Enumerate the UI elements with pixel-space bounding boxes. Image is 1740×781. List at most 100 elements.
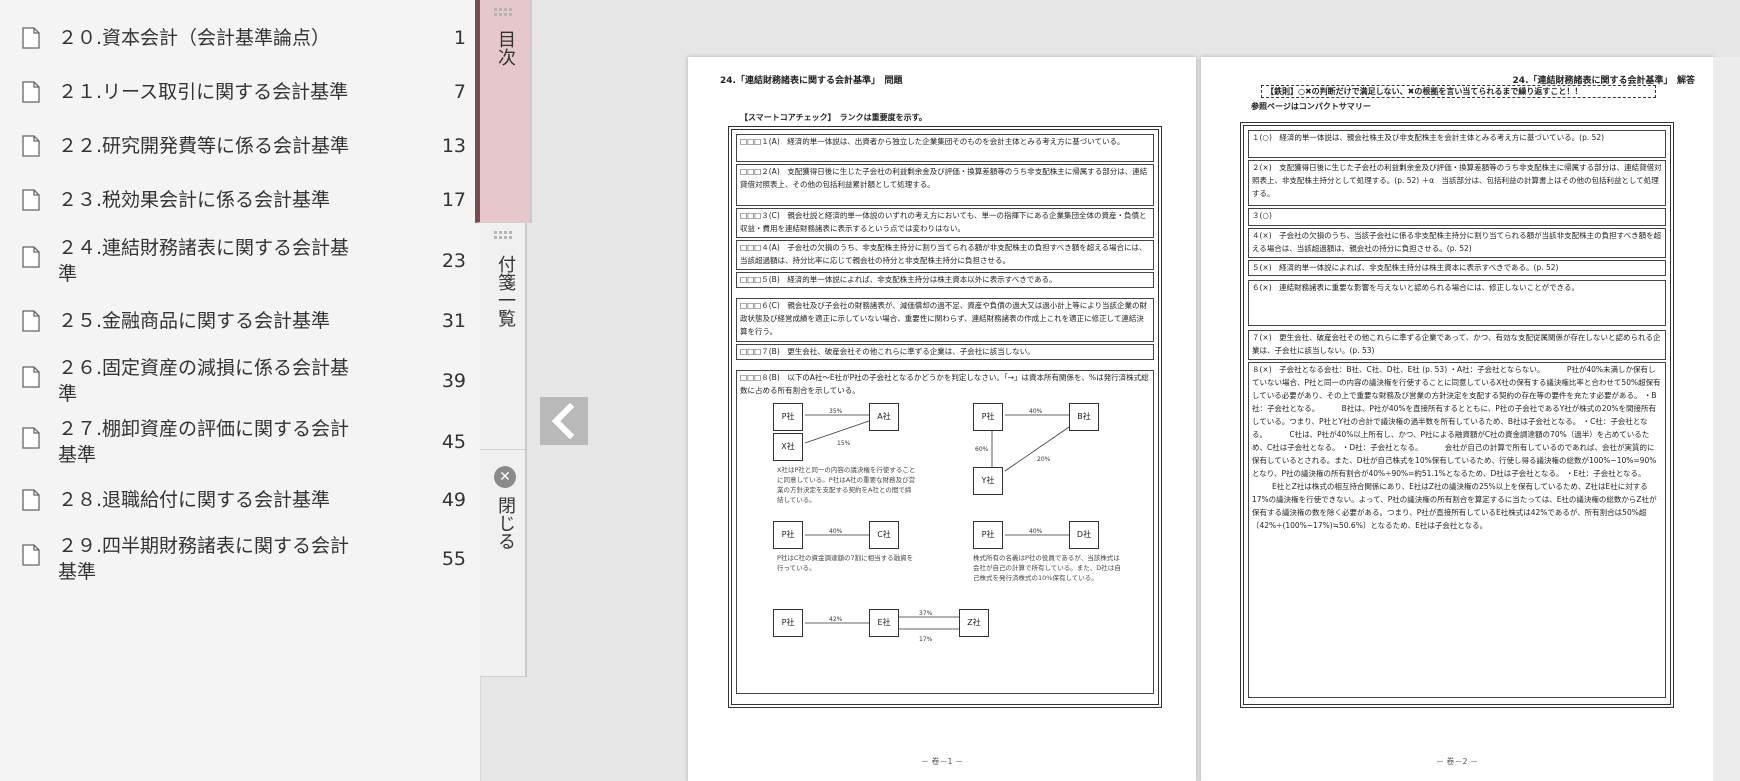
company-box: Z社 xyxy=(959,609,989,637)
document-icon xyxy=(22,246,40,268)
tab-close[interactable]: ✕ 閉じる xyxy=(480,450,527,677)
answer-row: ８(×) 子会社となる会社：B社、C社、D社、E社 (p. 53) ・A社：子会… xyxy=(1248,362,1666,698)
toc-item-page: 17 xyxy=(441,189,466,211)
question-row: □□□１(A) 経済的単一体説は、出資者から独立した企業集団そのものを会計主体と… xyxy=(736,134,1154,162)
toc-item[interactable]: ２２.研究開発費等に係る会計基準 13 xyxy=(0,119,480,173)
toc-item-label: ２２.研究開発費等に係る会計基準 xyxy=(58,135,350,157)
company-box: Y社 xyxy=(973,467,1003,495)
toc-item[interactable]: ２０.資本会計（会計基準論点） 1 xyxy=(0,11,480,65)
document-icon xyxy=(22,189,40,211)
toc-item-page: 55 xyxy=(441,548,466,570)
toc-item[interactable]: ２４.連結財務諸表に関する会計基準 23 xyxy=(0,230,480,294)
document-icon xyxy=(22,427,40,449)
company-box: X社 xyxy=(773,433,803,461)
toc-item-page: 45 xyxy=(441,431,466,453)
company-box: P社 xyxy=(773,403,803,431)
side-tabs: 目次 付箋一覧 ✕ 閉じる xyxy=(475,0,532,677)
check-title: 【スマートコアチェック】 ランクは重要度を示す。 xyxy=(740,113,927,122)
question-row: □□□２(A) 支配獲得日後に生じた子会社の利益剰余金及び評価・換算差額等のうち… xyxy=(736,164,1154,206)
toc-item[interactable]: ２９.四半期財務諸表に関する会計基準 55 xyxy=(0,528,480,592)
toc-item-label: ２９.四半期財務諸表に関する会計基準 xyxy=(58,535,350,583)
viewer-margin xyxy=(1713,57,1740,781)
company-box: B社 xyxy=(1069,403,1099,431)
document-icon xyxy=(22,27,40,49)
tab-contents-label: 目次 xyxy=(495,30,516,66)
question-row: □□□６(C) 親会社及び子会社の財務諸表が、減価償却の過不足、資産や負債の過大… xyxy=(736,298,1154,342)
reference-note: 参照ページはコンパクトサマリー xyxy=(1251,102,1371,111)
tab-contents[interactable]: 目次 xyxy=(475,0,532,223)
document-icon xyxy=(22,489,40,511)
toc-item[interactable]: ２７.棚卸資産の評価に関する会計基準 45 xyxy=(0,411,480,475)
ownership-pct: 35% xyxy=(829,408,843,415)
ownership-pct: 40% xyxy=(829,528,843,535)
answer-row: ４(×) 子会社の欠損のうち、当該子会社に係る非支配株主持分に割り当てられる額が… xyxy=(1248,228,1666,258)
diagram-note: 株式所有の名義はP社の役員であるが、当該株式は会社が自己の計算で所有している。ま… xyxy=(973,554,1121,582)
toc-item-label: ２８.退職給付に関する会計基準 xyxy=(58,489,331,511)
toc-item-label: ２５.金融商品に関する会計基準 xyxy=(58,310,331,332)
ownership-pct: 17% xyxy=(919,636,933,643)
ownership-pct: 40% xyxy=(1029,408,1043,415)
close-icon: ✕ xyxy=(494,466,516,488)
page-footer: － 卷－1 － xyxy=(920,757,964,766)
company-box: P社 xyxy=(773,521,803,549)
toc-item-label: ２７.棚卸資産の評価に関する会計基準 xyxy=(58,418,350,466)
document-icon xyxy=(22,544,40,566)
answer-row: ７(×) 更生会社、破産会社その他これらに準ずる企業であって、かつ、有効な支配従… xyxy=(1248,330,1666,360)
toc-item-page: 1 xyxy=(453,27,466,49)
toc-item[interactable]: ２８.退職給付に関する会計基準 49 xyxy=(0,473,480,527)
question-row: □□□４(A) 子会社の欠損のうち、非支配株主持分に割り当てられる額が非支配株主… xyxy=(736,240,1154,270)
toc-item-label: ２３.税効果会計に係る会計基準 xyxy=(58,189,331,211)
question-row: □□□３(C) 親会社説と経済的単一体説のいずれの考え方においても、単一の指揮下… xyxy=(736,208,1154,238)
ownership-pct: 37% xyxy=(919,610,933,617)
grip-icon xyxy=(494,231,514,241)
toc-item-label: ２６.固定資産の減損に係る会計基準 xyxy=(58,357,350,405)
question-row: □□□５(B) 経済的単一体説によれば、非支配株主持分は株主資本以外に表示すべき… xyxy=(736,272,1154,288)
grip-icon xyxy=(494,8,514,18)
answer-row: ５(×) 経済的単一体説によれば、非支配株主持分は株主資本に表示すべきである。(… xyxy=(1248,260,1666,276)
company-box: P社 xyxy=(973,521,1003,549)
answer-row: ６(×) 連結財務諸表に重要な影響を与えないと認められる場合には、修正しないこと… xyxy=(1248,280,1666,326)
question-row: □□□７(B) 更生会社、破産会社その他これらに準ずる企業は、子会社に該当しない… xyxy=(736,344,1154,360)
toc-panel: ２０.資本会計（会計基準論点） 1 ２１.リース取引に関する会計基準 7 ２２.… xyxy=(0,0,481,781)
company-box: A社 xyxy=(869,403,899,431)
prev-page-button[interactable] xyxy=(540,397,588,445)
toc-item-page: 13 xyxy=(441,135,466,157)
toc-item[interactable]: ２１.リース取引に関する会計基準 7 xyxy=(0,65,480,119)
answer-row: ３(○) xyxy=(1248,208,1666,226)
chevron-left-icon xyxy=(551,402,575,440)
document-icon xyxy=(22,310,40,332)
toc-item[interactable]: ２３.税効果会計に係る会計基準 17 xyxy=(0,173,480,227)
company-box: D社 xyxy=(1069,521,1099,549)
tab-sticky-list[interactable]: 付箋一覧 xyxy=(480,223,527,450)
page-header: 24.「連結財務諸表に関する会計基準」 問題 xyxy=(720,76,903,86)
toc-item[interactable]: ２６.固定資産の減損に係る会計基準 39 xyxy=(0,350,480,414)
toc-item[interactable]: ２５.金融商品に関する会計基準 31 xyxy=(0,294,480,348)
toc-item-page: 7 xyxy=(453,81,466,103)
company-box: P社 xyxy=(973,403,1003,431)
tab-close-label: 閉じる xyxy=(495,496,516,550)
question-row: □□□８(B) 以下のA社〜E社がP社の子会社となるかどうかを判定しなさい。「→… xyxy=(736,370,1154,694)
ownership-pct: 15% xyxy=(837,440,851,447)
tab-sticky-list-label: 付箋一覧 xyxy=(495,255,516,327)
company-box: P社 xyxy=(773,609,803,637)
toc-item-page: 39 xyxy=(441,370,466,392)
diagram-note: X社はP社と同一の内容の議決権を行使することに同意している。P社はA社の重要な財… xyxy=(777,466,916,504)
answer-row: ２(×) 支配獲得日後に生じた子会社の利益剰余金及び評価・換算差額等のうち非支配… xyxy=(1248,160,1666,206)
ownership-pct: 20% xyxy=(1037,456,1051,463)
toc-item-page: 49 xyxy=(441,489,466,511)
toc-item-page: 31 xyxy=(441,310,466,332)
question-frame: □□□１(A) 経済的単一体説は、出資者から独立した企業集団そのものを会計主体と… xyxy=(728,126,1162,708)
document-icon xyxy=(22,366,40,388)
document-page-right: 24.「連結財務諸表に関する会計基準」 解答 【鉄則】○✖の判断だけで満足しない… xyxy=(1201,57,1713,781)
answer-frame: １(○) 経済的単一体説は、親会社株主及び非支配株主を会計主体とみる考え方に基づ… xyxy=(1240,122,1674,708)
page-footer: － 卷－2 － xyxy=(1435,757,1479,766)
ownership-pct: 42% xyxy=(829,616,843,623)
toc-item-page: 23 xyxy=(441,250,466,272)
toc-item-label: ２４.連結財務諸表に関する会計基準 xyxy=(58,237,350,285)
document-icon xyxy=(22,81,40,103)
ownership-pct: 60% xyxy=(975,446,989,453)
toc-item-label: ２１.リース取引に関する会計基準 xyxy=(58,81,349,103)
toc-item-label: ２０.資本会計（会計基準論点） xyxy=(58,27,331,49)
company-box: E社 xyxy=(869,609,899,637)
rule-banner: 【鉄則】○✖の判断だけで満足しない、✖の根拠を言い当てられるまで繰り返すこと！！ xyxy=(1261,85,1656,98)
